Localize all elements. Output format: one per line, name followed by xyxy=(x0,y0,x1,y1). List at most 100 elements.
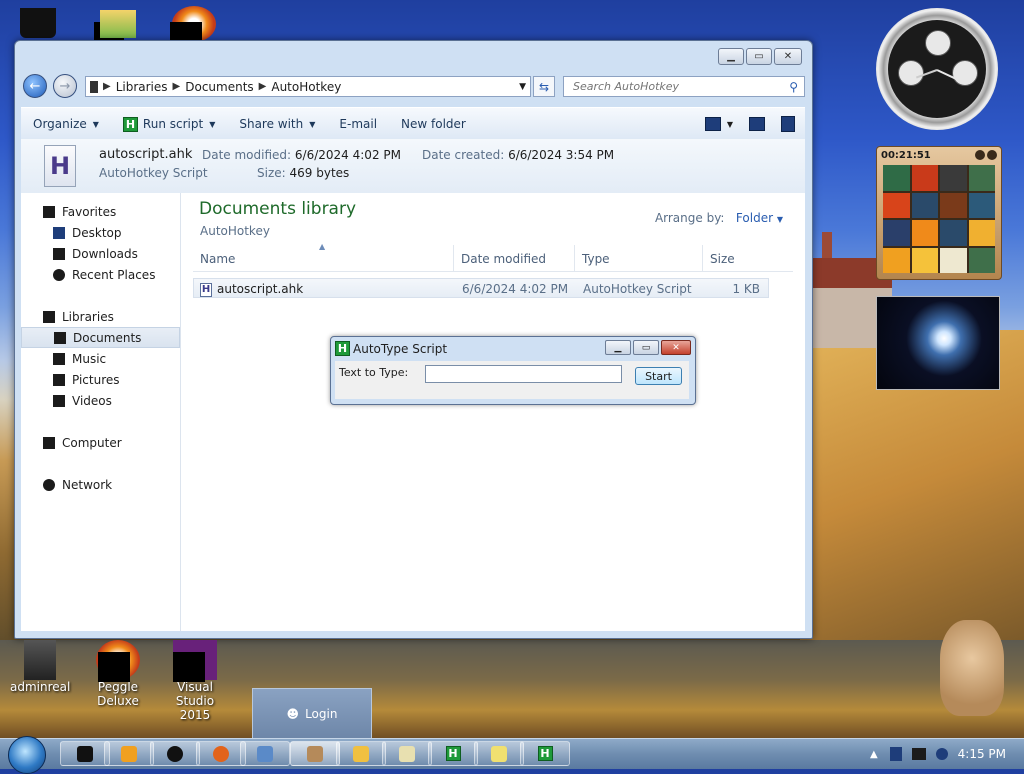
forward-button[interactable]: → xyxy=(53,74,77,98)
dialog-minimize-button[interactable]: ▁ xyxy=(605,340,631,355)
refresh-button[interactable]: ⇆ xyxy=(533,76,555,97)
autotype-dialog[interactable]: H AutoType Script ▁ ▭ ✕ Text to Type: St… xyxy=(330,336,696,405)
redacted-icon xyxy=(170,22,202,42)
sidebar-item-desktop[interactable]: Desktop xyxy=(21,222,180,243)
column-headers: Name ▲ Date modified Type Size xyxy=(193,242,793,272)
ahk-file-icon: H xyxy=(200,282,212,297)
login-button[interactable]: ☻ Login xyxy=(252,688,372,740)
address-bar[interactable]: ▶ Libraries ▶ Documents ▶ AutoHotkey ▼ xyxy=(85,76,531,97)
sidebar-item-music[interactable]: Music xyxy=(21,348,180,369)
search-input[interactable] xyxy=(571,79,775,94)
details-pane: H autoscript.ahk AutoHotkey Script Date … xyxy=(21,139,805,194)
system-tray: ▲ 4:15 PM xyxy=(870,739,1024,769)
row-size: 1 KB xyxy=(732,282,760,296)
minimize-button[interactable]: ▁ xyxy=(718,48,744,65)
preview-pane-icon[interactable] xyxy=(749,117,765,131)
sidebar-item-computer[interactable]: Computer xyxy=(21,432,180,453)
volume-icon[interactable] xyxy=(935,748,948,760)
arrange-by-value: Folder xyxy=(735,211,774,225)
dialog-maximize-button[interactable]: ▭ xyxy=(633,340,659,355)
network-tray-icon[interactable] xyxy=(911,748,926,760)
sidebar-item-network[interactable]: Network xyxy=(21,474,180,495)
library-subtitle: AutoHotkey xyxy=(200,224,270,238)
date-modified-label: Date modified: xyxy=(202,148,292,162)
taskbar-app-3[interactable] xyxy=(150,741,200,766)
search-icon[interactable]: ⚲ xyxy=(789,80,798,94)
col-name[interactable]: Name xyxy=(200,252,235,266)
size-label: Size: xyxy=(257,166,286,180)
desktop-icon-visual-studio[interactable]: Visual Studio 2015 xyxy=(158,640,232,722)
navigation-pane: Favorites Desktop Downloads Recent Place… xyxy=(21,193,181,631)
music-icon xyxy=(53,352,65,365)
date-created-value: 6/6/2024 3:54 PM xyxy=(508,148,615,162)
breadcrumb-libraries[interactable]: Libraries xyxy=(116,80,168,94)
downloads-icon xyxy=(53,247,65,260)
detail-file-name: autoscript.ahk xyxy=(99,147,193,162)
taskbar-login-app[interactable] xyxy=(290,741,340,766)
library-title: Documents library xyxy=(199,199,357,219)
taskbar-media-player[interactable] xyxy=(104,741,154,766)
maximize-button[interactable]: ▭ xyxy=(746,48,772,65)
search-box[interactable]: ⚲ xyxy=(563,76,805,97)
share-with-button[interactable]: Share with ▼ xyxy=(227,108,327,140)
shield-icon[interactable] xyxy=(889,747,902,761)
back-button[interactable]: ← xyxy=(23,74,47,98)
show-hidden-icons-icon[interactable]: ▲ xyxy=(870,749,878,760)
sidebar-item-recent-places[interactable]: Recent Places xyxy=(21,264,180,285)
taskbar-app-10[interactable] xyxy=(474,741,524,766)
slideshow-gadget[interactable] xyxy=(876,296,1000,390)
sidebar-item-documents[interactable]: Documents xyxy=(21,327,180,348)
puzzle-grid[interactable] xyxy=(883,165,995,273)
arrange-by[interactable]: Arrange by: Folder ▼ xyxy=(655,211,783,225)
settings-icon[interactable] xyxy=(987,150,997,160)
row-type: AutoHotkey Script xyxy=(583,282,692,296)
folder-icon[interactable] xyxy=(100,10,136,38)
help-icon[interactable] xyxy=(781,116,795,132)
puzzle-timer: 00:21:51 xyxy=(881,150,931,161)
libraries-icon xyxy=(43,310,55,323)
desktop-icon-adminreal[interactable]: adminreal xyxy=(10,640,70,694)
taskbar-ahk-2[interactable]: H xyxy=(520,741,570,766)
address-dropdown-icon[interactable]: ▼ xyxy=(519,82,526,92)
taskbar-users[interactable] xyxy=(240,741,290,766)
hamster-mascot xyxy=(940,620,1004,716)
table-row[interactable]: H autoscript.ahk 6/6/2024 4:02 PM AutoHo… xyxy=(193,278,769,298)
text-to-type-input[interactable] xyxy=(425,365,622,383)
close-button[interactable]: ✕ xyxy=(774,48,802,65)
chevron-down-icon: ▼ xyxy=(776,215,783,224)
email-button[interactable]: E-mail xyxy=(327,108,389,140)
col-type[interactable]: Type xyxy=(582,252,610,266)
help-icon[interactable] xyxy=(975,150,985,160)
picture-puzzle-gadget[interactable]: 00:21:51 xyxy=(876,146,1002,280)
taskbar-ahk-1[interactable]: H xyxy=(428,741,478,766)
recycle-bin-icon[interactable] xyxy=(20,8,56,38)
new-folder-button[interactable]: New folder xyxy=(389,108,478,140)
sidebar-item-libraries[interactable]: Libraries xyxy=(21,306,180,327)
sidebar-item-downloads[interactable]: Downloads xyxy=(21,243,180,264)
documents-icon xyxy=(54,331,66,344)
taskbar-app-1[interactable] xyxy=(60,741,110,766)
run-script-button[interactable]: H Run script ▼ xyxy=(111,108,227,140)
ahk-file-large-icon: H xyxy=(44,145,76,187)
dialog-close-button[interactable]: ✕ xyxy=(661,340,691,355)
taskbar-notepad[interactable] xyxy=(382,741,432,766)
start-button[interactable]: Start xyxy=(635,367,682,385)
sidebar-item-favorites[interactable]: Favorites xyxy=(21,201,180,222)
sidebar-item-pictures[interactable]: Pictures xyxy=(21,369,180,390)
size-value: 469 bytes xyxy=(289,166,350,180)
change-view-icon[interactable] xyxy=(704,117,721,131)
clock-gadget[interactable] xyxy=(876,8,998,130)
sidebar-item-videos[interactable]: Videos xyxy=(21,390,180,411)
desktop-icon-peggle[interactable]: Peggle Deluxe xyxy=(78,640,158,708)
breadcrumb-documents[interactable]: Documents xyxy=(185,80,253,94)
organize-button[interactable]: Organize ▼ xyxy=(21,108,111,140)
col-date-modified[interactable]: Date modified xyxy=(461,252,546,266)
taskbar-firefox[interactable] xyxy=(196,741,246,766)
col-size[interactable]: Size xyxy=(710,252,735,266)
start-button[interactable] xyxy=(8,736,46,774)
taskbar-explorer[interactable] xyxy=(336,741,386,766)
chevron-down-icon[interactable]: ▼ xyxy=(727,120,733,129)
taskbar-clock[interactable]: 4:15 PM xyxy=(958,747,1006,761)
breadcrumb-autohotkey[interactable]: AutoHotkey xyxy=(271,80,341,94)
pictures-icon xyxy=(53,373,65,386)
